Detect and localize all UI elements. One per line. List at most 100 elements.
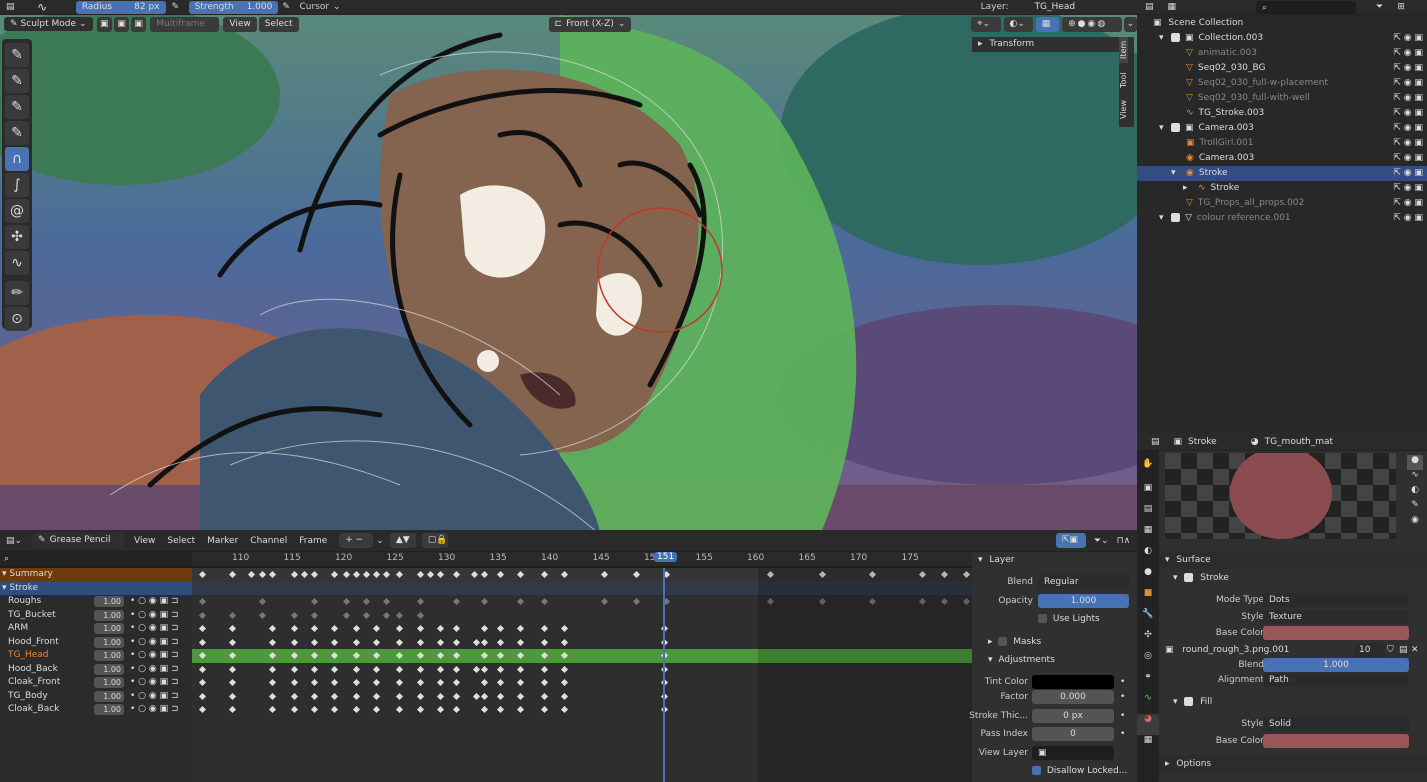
layer-lock-buttons[interactable]: ▢🔒 [421, 533, 448, 548]
pen-tool-icon[interactable]: ✎ [5, 69, 29, 93]
visibility-icons[interactable]: ⇱ ◉ ▣ [1393, 181, 1423, 196]
filter-icon[interactable]: ⏷⌄ [1094, 536, 1109, 546]
channel-toggle-icons[interactable]: • ○ ◉ ▣ ⊐ [130, 636, 179, 650]
shading-buttons[interactable]: ⊕●◉◍ [1062, 16, 1122, 32]
smooth-tool-icon[interactable]: ∩ [5, 147, 29, 171]
overlay-toggle[interactable]: ◐⌄ [1003, 16, 1033, 32]
view-menu[interactable]: View [223, 16, 257, 32]
drop-preview-icon[interactable]: ◉ [1407, 515, 1423, 530]
pen-preview-icon[interactable]: ✎ [1407, 500, 1423, 515]
display-mode-icon[interactable]: ▦ [1168, 2, 1177, 12]
channel-row[interactable]: Hood_Back 1.00 • ○ ◉ ▣ ⊐ [0, 662, 192, 677]
stroke-checkbox[interactable] [1184, 573, 1194, 582]
channel-row[interactable]: Roughs 1.00 • ○ ◉ ▣ ⊐ [0, 595, 192, 609]
pressure-strength-icon[interactable]: ✎ [282, 2, 295, 12]
visibility-icons[interactable]: ⇱ ◉ ▣ [1393, 166, 1423, 181]
keyframe-area[interactable] [192, 568, 972, 782]
scene-tab-icon[interactable]: ◐ [1137, 546, 1159, 567]
channel-row[interactable]: ▾ Summary [0, 568, 192, 582]
snap-icon[interactable]: ⊓∧ [1117, 536, 1131, 546]
outliner-row[interactable]: ▾ ▽ colour reference.001 ⇱ ◉ ▣ [1137, 211, 1427, 226]
layer-dropdown[interactable]: TG_Head [1028, 0, 1137, 14]
stroke-thickness-field[interactable]: 0 px [1032, 709, 1114, 723]
icon-button-3[interactable]: ▣ [131, 16, 147, 32]
mode-type-dropdown[interactable]: Dots [1263, 593, 1409, 607]
keyframe-dot-icon[interactable]: • [1120, 689, 1125, 705]
channel-opacity-field[interactable]: 1.00 [94, 623, 124, 634]
outliner-row[interactable]: ∿ TG_Stroke.003 ⇱ ◉ ▣ [1137, 106, 1427, 121]
disallow-locked-checkbox[interactable] [1032, 766, 1041, 775]
viewport[interactable]: ✎ Sculpt Mode ⌄ ▣ ▣ ▣ Multiframe View Se… [0, 15, 1137, 530]
add-layer-button[interactable]: + − [339, 533, 374, 548]
chevron-down-icon[interactable]: ⌄ [376, 536, 384, 546]
outliner-row[interactable]: ◉ Camera.003 ⇱ ◉ ▣ [1137, 151, 1427, 166]
layer-panel-header[interactable]: ▾ Layer [978, 552, 1015, 568]
channel-toggle-icons[interactable]: • ○ ◉ ▣ ⊐ [130, 622, 179, 636]
channel-row[interactable]: Cloak_Back 1.00 • ○ ◉ ▣ ⊐ [0, 703, 192, 717]
icon-button-1[interactable]: ▣ [96, 16, 112, 32]
output-tab-icon[interactable]: ▤ [1137, 504, 1159, 525]
fill-color-swatch[interactable] [1263, 734, 1409, 748]
channel-toggle-icons[interactable]: • ○ ◉ ▣ ⊐ [130, 663, 179, 677]
expand-icon[interactable]: ▾ [1159, 121, 1169, 136]
gizmo-toggle[interactable]: ⌖⌄ [971, 16, 1001, 32]
masks-checkbox[interactable] [998, 637, 1008, 646]
outliner-row[interactable]: ▽ TG_Props_all_props.002 ⇱ ◉ ▣ [1137, 196, 1427, 211]
world-tab-icon[interactable]: ● [1137, 567, 1159, 588]
visibility-icons[interactable]: ⇱ ◉ ▣ [1393, 91, 1423, 106]
visibility-icons[interactable]: ⇱ ◉ ▣ [1393, 136, 1423, 151]
exclude-checkbox[interactable] [1171, 213, 1180, 222]
style-dropdown[interactable]: Texture [1263, 610, 1409, 624]
current-frame-indicator[interactable]: 151 [654, 552, 678, 562]
channel-opacity-field[interactable]: 1.00 [94, 704, 124, 715]
data-tab-icon[interactable]: ∿ [1137, 693, 1159, 714]
outliner-search[interactable]: ⌕ [1256, 0, 1357, 14]
channel-toggle-icons[interactable]: • ○ ◉ ▣ ⊐ [130, 595, 179, 609]
outliner-row[interactable]: ▾ ▣ Collection.003 ⇱ ◉ ▣ [1137, 31, 1427, 46]
fill-preview-icon[interactable]: ◐ [1407, 485, 1423, 500]
channel-toggle-icons[interactable]: • ○ ◉ ▣ ⊐ [130, 690, 179, 704]
channel-toggle-icons[interactable]: • ○ ◉ ▣ ⊐ [130, 609, 179, 623]
outliner-row[interactable]: ▽ Seq02_030_BG ⇱ ◉ ▣ [1137, 61, 1427, 76]
multiframe-toggle[interactable]: Multiframe [150, 16, 220, 32]
transform-panel-header[interactable]: ▸ Transform [972, 37, 1119, 52]
ink-tool-icon[interactable]: ✎ [5, 121, 29, 145]
stroke-preview-icon[interactable]: ∿ [1407, 470, 1423, 485]
visibility-icons[interactable]: ⇱ ◉ ▣ [1393, 121, 1423, 136]
visibility-icons[interactable]: ⇱ ◉ ▣ [1393, 61, 1423, 76]
duplicate-icon[interactable]: ▤ [1399, 642, 1408, 658]
alignment-dropdown[interactable]: Path [1263, 673, 1409, 687]
outliner-row[interactable]: ▣ TrollGirl.001 ⇱ ◉ ▣ [1137, 136, 1427, 151]
sphere-preview-icon[interactable]: ● [1407, 455, 1423, 470]
outliner-row[interactable]: ▽ Seq02_030_full-with-well ⇱ ◉ ▣ [1137, 91, 1427, 106]
editor-type-icon[interactable]: ▤ [6, 2, 19, 12]
channel-toggle-icons[interactable]: • ○ ◉ ▣ ⊐ [130, 676, 179, 690]
select-menu[interactable]: Select [161, 536, 201, 546]
keyframe-dot-icon[interactable]: • [1120, 674, 1125, 690]
playhead[interactable] [663, 568, 665, 782]
marker-menu[interactable]: Marker [201, 536, 244, 546]
expand-icon[interactable]: ▾ [1159, 31, 1169, 46]
channel-opacity-field[interactable]: 1.00 [94, 596, 124, 607]
channel-toggle-icons[interactable]: • ○ ◉ ▣ ⊐ [130, 649, 179, 663]
material-tab-icon[interactable]: ◕ [1137, 714, 1159, 735]
pass-index-field[interactable]: 0 [1032, 727, 1114, 741]
frame-ruler[interactable]: 110 115 120 125 130 135 140 145 150 155 160 165 170 1… [192, 552, 972, 566]
twist-tool-icon[interactable]: @ [5, 199, 29, 223]
visibility-icons[interactable]: ⇱ ◉ ▣ [1393, 196, 1423, 211]
cursor-tool-icon[interactable]: ⊙ [5, 307, 29, 331]
disallow-locked-row[interactable]: Disallow Locked... [1032, 763, 1127, 779]
xray-toggle[interactable]: ▦ [1035, 16, 1060, 32]
channel-opacity-field[interactable]: 1.00 [94, 609, 124, 621]
selection-toggle[interactable]: ⇱▣ [1055, 533, 1086, 548]
channel-row[interactable]: TG_Head 1.00 • ○ ◉ ▣ ⊐ [0, 649, 192, 663]
editor-type-icon[interactable]: ▤ [1151, 437, 1160, 447]
options-panel-header[interactable]: ▸ Options [1159, 755, 1427, 773]
radius-field[interactable]: Radius 82 px [75, 0, 166, 14]
layer-move-buttons[interactable]: ▲▼ [389, 533, 416, 548]
view-layer-field[interactable]: ▣ [1032, 746, 1114, 760]
exclude-checkbox[interactable] [1171, 33, 1180, 42]
outliner-row[interactable]: ▽ Seq02_030_full-w-placement ⇱ ◉ ▣ [1137, 76, 1427, 91]
channel-row[interactable]: ▾ Stroke [0, 581, 192, 595]
fill-checkbox[interactable] [1184, 697, 1194, 706]
